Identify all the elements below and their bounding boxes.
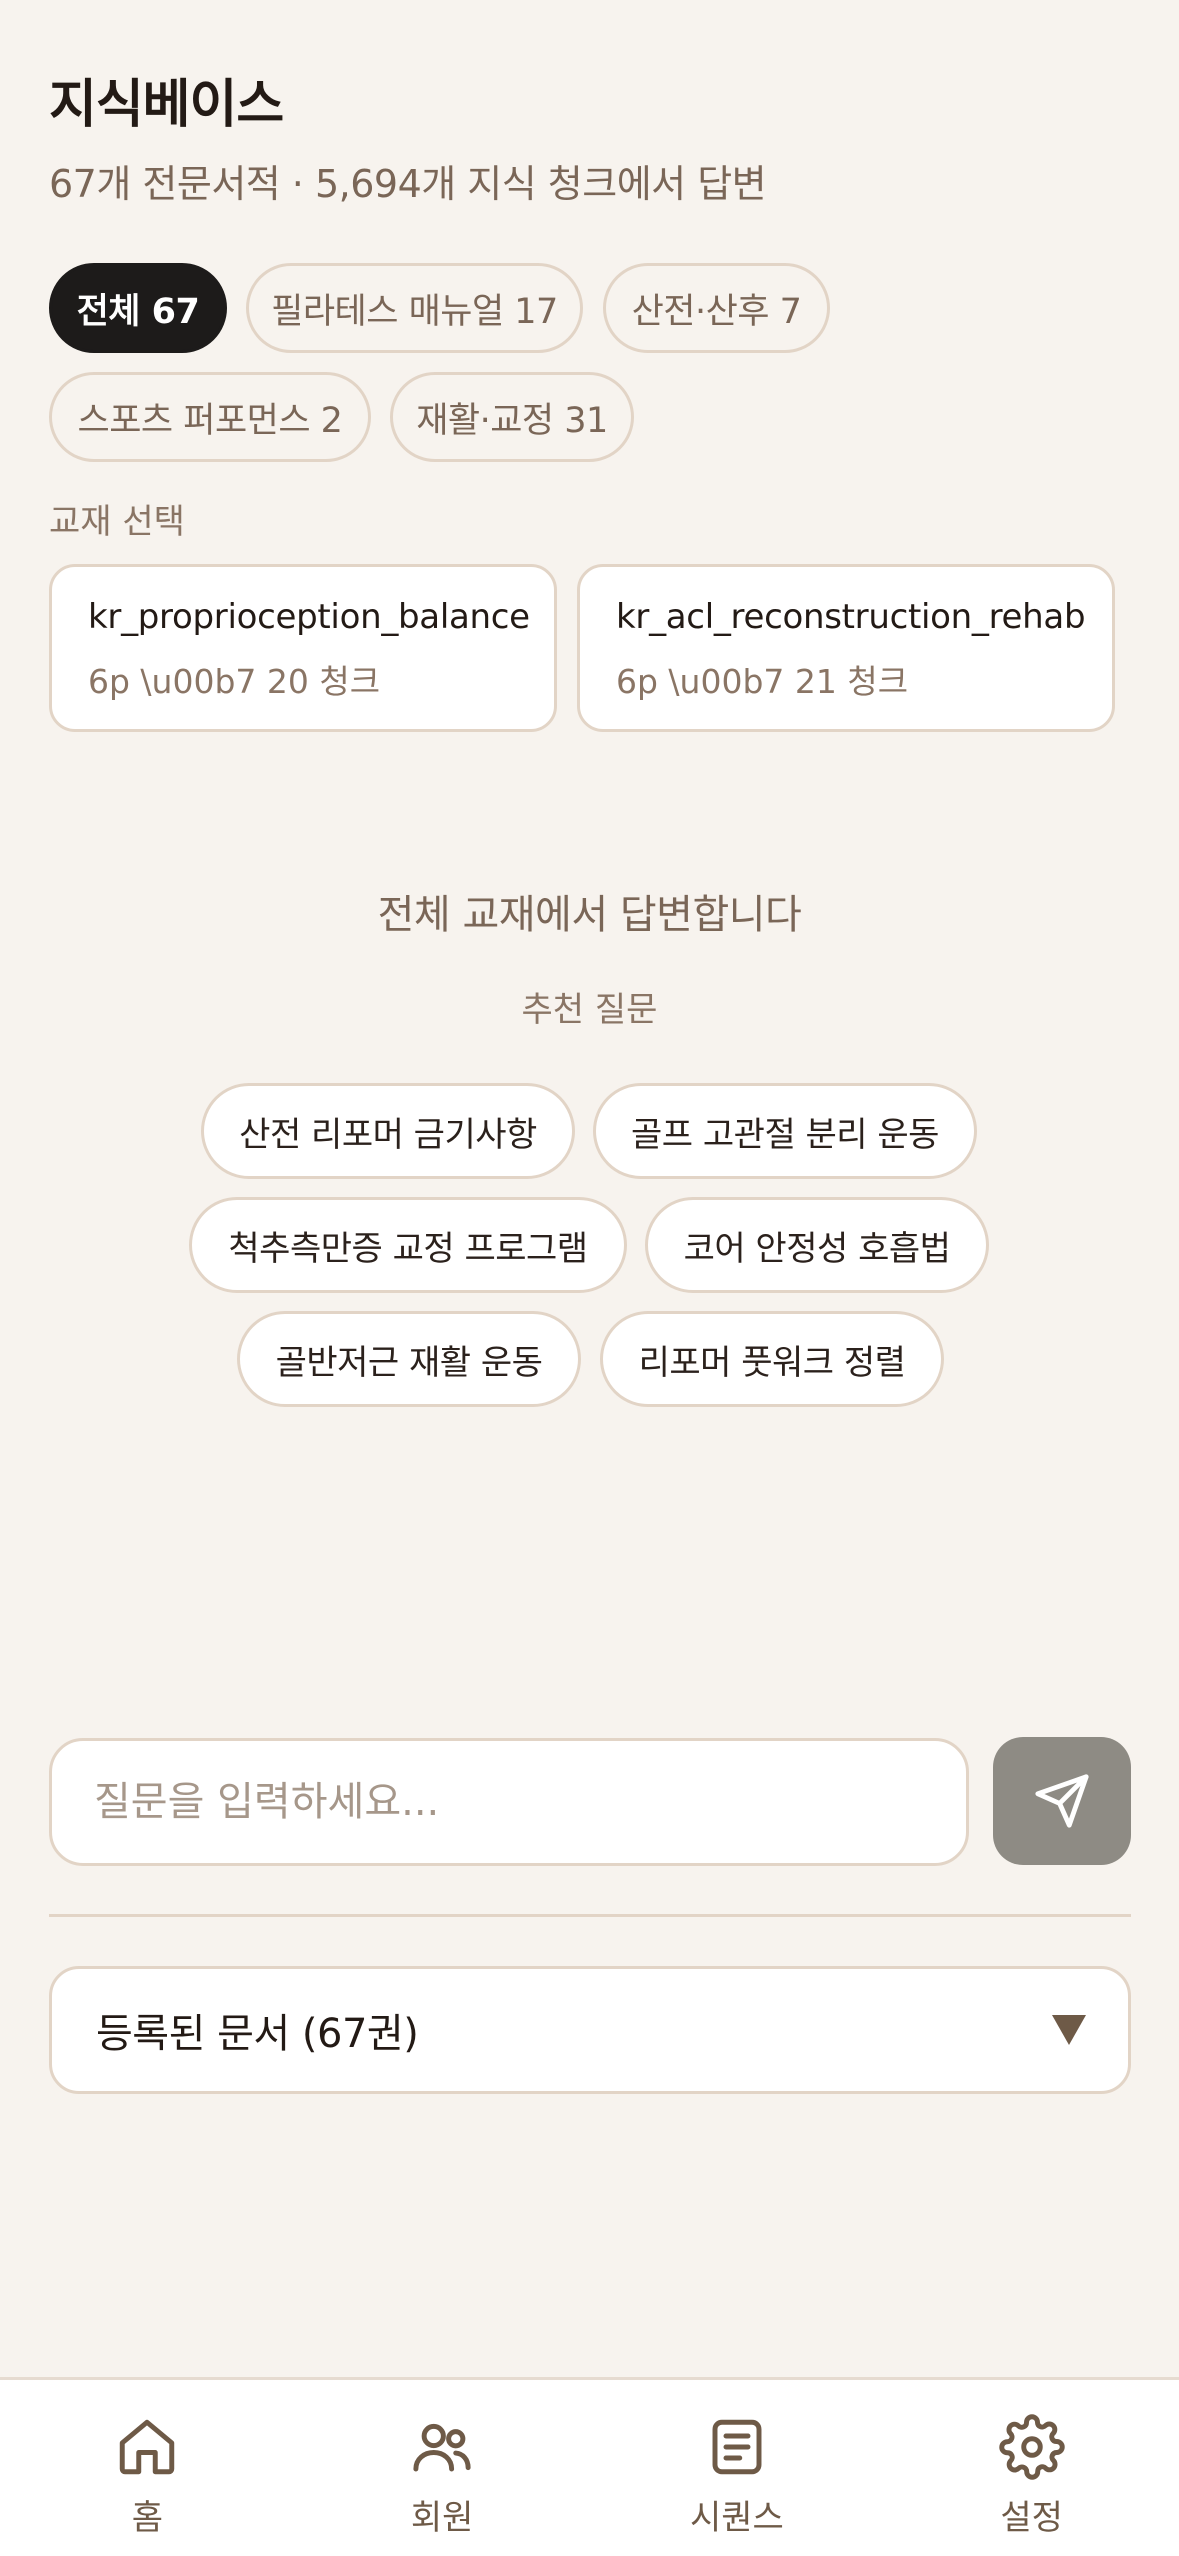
book-select-label: 교재 선택 bbox=[49, 502, 185, 542]
caret-down-icon bbox=[1052, 2015, 1086, 2045]
tab-label: 시퀀스 bbox=[689, 2498, 784, 2538]
settings-icon bbox=[998, 2414, 1065, 2480]
bottom-tab-bar: 홈 회원 시퀀스 설정 bbox=[0, 2377, 1179, 2556]
tab-label: 설정 bbox=[1000, 2498, 1063, 2538]
tab-members[interactable]: 회원 bbox=[295, 2380, 590, 2556]
book-card[interactable]: kr_proprioception_balance 6p \u00b7 20 청… bbox=[49, 564, 557, 732]
empty-state-heading: 전체 교재에서 답변합니다 bbox=[377, 892, 802, 938]
registered-documents-dropdown[interactable]: 등록된 문서 (67권) bbox=[49, 1966, 1131, 2094]
filter-chip-pilates-manual[interactable]: 필라테스 매뉴얼 17 bbox=[246, 263, 583, 353]
registered-documents-label: 등록된 문서 (67권) bbox=[96, 2011, 419, 2057]
filter-chip-rehab-correction[interactable]: 재활·교정 31 bbox=[390, 372, 634, 462]
book-card[interactable]: kr_acl_reconstruction_rehab 6p \u00b7 21… bbox=[577, 564, 1115, 732]
send-button[interactable] bbox=[993, 1737, 1131, 1865]
page-subtitle: 67개 전문서적 · 5,694개 지식 청크에서 답변 bbox=[49, 162, 767, 206]
book-meta: 6p \u00b7 20 청크 bbox=[88, 662, 381, 701]
send-icon bbox=[1035, 1774, 1089, 1828]
tab-label: 홈 bbox=[131, 2498, 164, 2538]
home-icon bbox=[120, 2419, 175, 2475]
filter-chip-all[interactable]: 전체 67 bbox=[49, 263, 227, 353]
page-title: 지식베이스 bbox=[49, 75, 284, 135]
book-meta: 6p \u00b7 21 청크 bbox=[616, 662, 909, 701]
book-title: kr_proprioception_balance bbox=[88, 597, 530, 637]
suggested-questions-label: 추천 질문 bbox=[521, 990, 658, 1030]
filter-chip-sports-performance[interactable]: 스포츠 퍼포먼스 2 bbox=[49, 372, 371, 462]
sequence-icon bbox=[712, 2419, 762, 2475]
filter-chip-prenatal-postnatal[interactable]: 산전·산후 7 bbox=[603, 263, 830, 353]
book-title: kr_acl_reconstruction_rehab bbox=[616, 597, 1086, 637]
suggested-question-chip[interactable]: 골프 고관절 분리 운동 bbox=[593, 1083, 977, 1179]
members-icon bbox=[413, 2423, 471, 2472]
divider bbox=[49, 1914, 1131, 1917]
suggested-question-chip[interactable]: 리포머 풋워크 정렬 bbox=[600, 1311, 944, 1407]
knowledge-base-screen: 지식베이스 67개 전문서적 · 5,694개 지식 청크에서 답변 전체 67… bbox=[0, 0, 1179, 2556]
suggested-question-chip[interactable]: 산전 리포머 금기사항 bbox=[201, 1083, 575, 1179]
question-input[interactable] bbox=[94, 1779, 966, 1825]
tab-sequence[interactable]: 시퀀스 bbox=[590, 2380, 885, 2556]
suggested-question-chip[interactable]: 코어 안정성 호흡법 bbox=[645, 1197, 989, 1293]
tab-home[interactable]: 홈 bbox=[0, 2380, 295, 2556]
tab-settings[interactable]: 설정 bbox=[884, 2380, 1179, 2556]
suggested-question-chip[interactable]: 척추측만증 교정 프로그램 bbox=[189, 1197, 627, 1293]
suggested-question-chip[interactable]: 골반저근 재활 운동 bbox=[237, 1311, 581, 1407]
question-input-container[interactable] bbox=[49, 1738, 969, 1866]
tab-label: 회원 bbox=[410, 2498, 474, 2538]
